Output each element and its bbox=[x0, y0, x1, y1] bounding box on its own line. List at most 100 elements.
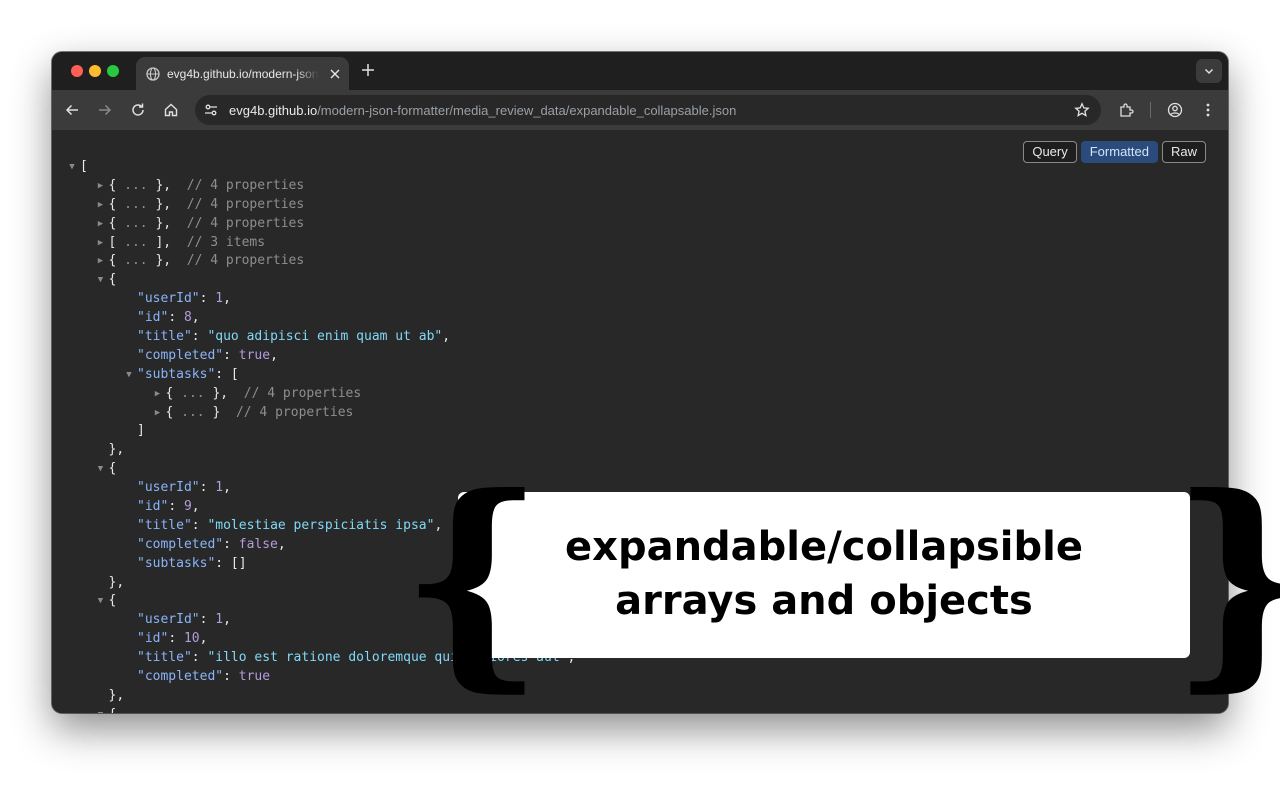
menu-button[interactable] bbox=[1196, 98, 1220, 122]
extensions-button[interactable] bbox=[1114, 98, 1138, 122]
json-key: "completed" bbox=[137, 536, 224, 552]
json-punctuation: , bbox=[223, 612, 231, 628]
url-path: /modern-json-formatter/media_review_data… bbox=[317, 103, 737, 118]
minimize-window-button[interactable] bbox=[89, 65, 101, 77]
json-punctuation: , bbox=[442, 329, 451, 345]
json-punctuation: ] bbox=[137, 423, 145, 439]
expand-toggle-icon[interactable]: ▶ bbox=[152, 404, 164, 423]
json-line-text: { ... }, // 4 properties bbox=[109, 177, 305, 196]
formatted-button[interactable]: Formatted bbox=[1080, 141, 1158, 163]
url-host: evg4b.github.io bbox=[229, 103, 318, 118]
expand-toggle-icon[interactable]: ▶ bbox=[95, 215, 107, 234]
json-number: 10 bbox=[183, 631, 200, 647]
account-icon bbox=[1167, 102, 1183, 118]
json-punctuation: }, bbox=[108, 574, 125, 590]
json-boolean: false bbox=[238, 536, 278, 552]
browser-toolbar: evg4b.github.io/modern-json-formatter/me… bbox=[52, 90, 1228, 130]
site-settings-icon[interactable] bbox=[203, 102, 219, 118]
json-comment: // 4 properties bbox=[220, 404, 354, 420]
maximize-window-button[interactable] bbox=[107, 65, 119, 77]
json-punctuation: , bbox=[277, 536, 286, 552]
json-line-text: "id": 10, bbox=[137, 630, 207, 649]
collapse-toggle-icon[interactable]: ▼ bbox=[95, 706, 107, 713]
json-ellipsis[interactable]: ... bbox=[181, 386, 204, 401]
json-punctuation: , bbox=[199, 631, 208, 647]
callout-line-1: expandable/collapsible bbox=[565, 524, 1083, 570]
json-line-text: }, bbox=[109, 687, 125, 706]
collapse-toggle-icon[interactable]: ▼ bbox=[95, 271, 107, 290]
expand-toggle-icon[interactable]: ▶ bbox=[95, 252, 107, 271]
json-punctuation: }, bbox=[204, 385, 229, 401]
plus-icon bbox=[362, 64, 374, 76]
collapse-toggle-icon[interactable]: ▼ bbox=[95, 460, 107, 479]
profile-button[interactable] bbox=[1163, 98, 1187, 122]
address-bar[interactable]: evg4b.github.io/modern-json-formatter/me… bbox=[195, 95, 1101, 125]
arrow-left-icon bbox=[65, 104, 78, 116]
close-window-button[interactable] bbox=[71, 65, 83, 77]
json-punctuation: : bbox=[199, 612, 216, 628]
json-punctuation: } bbox=[204, 404, 221, 420]
json-ellipsis[interactable]: ... bbox=[124, 178, 147, 193]
json-punctuation: { bbox=[108, 196, 125, 212]
back-button[interactable] bbox=[60, 98, 84, 122]
close-icon[interactable] bbox=[327, 66, 343, 82]
json-punctuation: { bbox=[108, 253, 125, 269]
right-brace-decoration: } bbox=[1170, 468, 1280, 693]
json-punctuation: { bbox=[109, 707, 117, 713]
json-comment: // 4 properties bbox=[171, 177, 305, 193]
json-key: "title" bbox=[137, 650, 192, 666]
expand-toggle-icon[interactable]: ▶ bbox=[95, 177, 107, 196]
json-punctuation: }, bbox=[147, 215, 172, 231]
reload-button[interactable] bbox=[126, 98, 150, 122]
json-punctuation: { bbox=[108, 215, 125, 231]
json-ellipsis[interactable]: ... bbox=[124, 235, 147, 250]
json-line-text: { ... }, // 4 properties bbox=[109, 196, 305, 215]
collapse-toggle-icon[interactable]: ▼ bbox=[66, 158, 78, 177]
json-line-text: "id": 9, bbox=[137, 498, 200, 517]
json-comment: // 4 properties bbox=[171, 215, 305, 231]
json-punctuation: }, bbox=[108, 442, 125, 458]
bookmark-star-icon[interactable] bbox=[1073, 101, 1091, 119]
collapse-toggle-icon[interactable]: ▼ bbox=[123, 366, 135, 385]
left-brace-decoration: { bbox=[400, 448, 545, 712]
json-ellipsis[interactable]: ... bbox=[124, 197, 147, 212]
collapse-toggle-icon[interactable]: ▼ bbox=[95, 592, 107, 611]
json-punctuation: : bbox=[199, 480, 216, 496]
json-line-text: "completed": true, bbox=[137, 347, 278, 366]
json-line-text: "subtasks": [] bbox=[137, 555, 247, 574]
forward-button[interactable] bbox=[93, 98, 117, 122]
expand-toggle-icon[interactable]: ▶ bbox=[95, 234, 107, 253]
url-text: evg4b.github.io/modern-json-formatter/me… bbox=[229, 103, 736, 118]
browser-tab[interactable]: evg4b.github.io/modern-json-formatter/me… bbox=[136, 57, 349, 90]
new-tab-button[interactable] bbox=[359, 62, 377, 80]
json-ellipsis[interactable]: ... bbox=[124, 216, 147, 231]
raw-button[interactable]: Raw bbox=[1161, 141, 1206, 163]
json-number: 8 bbox=[183, 310, 192, 326]
json-punctuation: }, bbox=[147, 196, 172, 212]
json-punctuation: { bbox=[165, 385, 182, 401]
json-boolean: true bbox=[238, 669, 271, 685]
query-button[interactable]: Query bbox=[1023, 141, 1077, 163]
json-line-text: [ bbox=[80, 158, 88, 177]
callout-line-2: arrays and objects bbox=[615, 578, 1033, 624]
json-punctuation: ], bbox=[147, 234, 172, 250]
json-key: "id" bbox=[137, 499, 169, 515]
json-key: "id" bbox=[137, 310, 169, 326]
json-ellipsis[interactable]: ... bbox=[124, 253, 147, 268]
json-line-text: { ... }, // 4 properties bbox=[109, 252, 305, 271]
json-number: 9 bbox=[183, 499, 192, 515]
json-string: "quo adipisci enim quam ut ab" bbox=[207, 329, 443, 345]
json-punctuation: [ bbox=[108, 234, 125, 250]
expand-toggle-icon[interactable]: ▶ bbox=[152, 385, 164, 404]
json-line-text: }, bbox=[109, 441, 125, 460]
callout-text: expandable/collapsible arrays and object… bbox=[458, 520, 1190, 628]
view-mode-switcher: Query Formatted Raw bbox=[1023, 141, 1206, 163]
json-punctuation: , bbox=[270, 347, 278, 363]
json-punctuation: : bbox=[223, 347, 239, 363]
json-punctuation: : bbox=[223, 536, 239, 552]
tab-search-button[interactable] bbox=[1196, 59, 1222, 83]
expand-toggle-icon[interactable]: ▶ bbox=[95, 196, 107, 215]
home-button[interactable] bbox=[159, 98, 183, 122]
json-ellipsis[interactable]: ... bbox=[181, 405, 204, 420]
json-line-text: [ ... ], // 3 items bbox=[109, 234, 266, 253]
